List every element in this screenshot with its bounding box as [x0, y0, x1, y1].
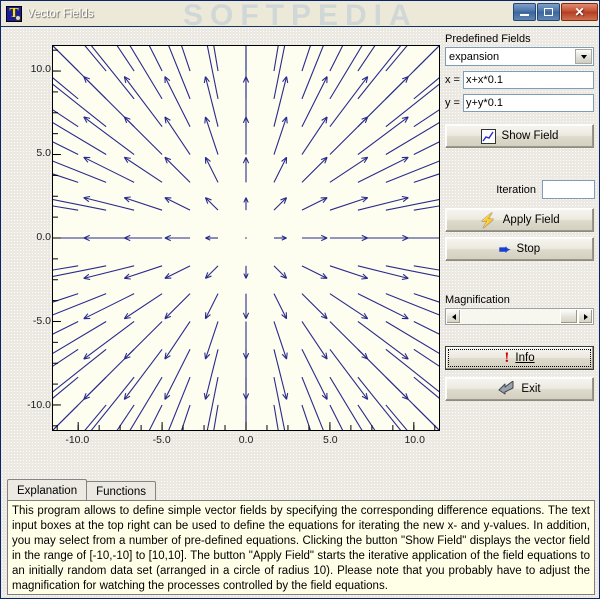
x-tick-label: 5.0: [323, 434, 338, 446]
predefined-fields-value: expansion: [449, 50, 500, 63]
y-tick-label: 5.0: [36, 147, 51, 160]
app-icon: T: [6, 5, 22, 22]
lightning-bolt-icon: ⚡: [479, 212, 497, 228]
magnification-label: Magnification: [445, 294, 510, 306]
y-equation-input[interactable]: [463, 94, 594, 112]
arrow-right-icon: ➨: [498, 241, 511, 257]
y-axis-tick-labels: -10.0 -5.0 0.0 5.0 10.0: [7, 33, 51, 443]
minimize-icon: [520, 14, 529, 16]
y-tick-label: 10.0: [30, 63, 51, 76]
app-window: T Vector Fields SOFTPEDIA ✕ -10.0 -5.0 0.0…: [0, 0, 600, 599]
y-tick-label: -5.0: [32, 314, 51, 327]
magnification-track[interactable]: [461, 309, 578, 324]
client-area: -10.0 -5.0 0.0 5.0 10.0 -10.0 -5.0 0.0 5.0 10.0 …: [1, 27, 599, 598]
iteration-input[interactable]: [542, 180, 595, 199]
controls-panel: Predefined Fields expansion x = y =: [445, 33, 595, 473]
exit-arrow-icon: [498, 380, 515, 398]
vector-field-plot-panel: -10.0 -5.0 0.0 5.0 10.0 -10.0 -5.0 0.0 5.0 10.0: [7, 33, 440, 473]
triangle-left-icon: [451, 313, 456, 320]
minimize-button[interactable]: [513, 3, 536, 21]
x-tick-label: 10.0: [404, 434, 425, 446]
exit-button[interactable]: Exit: [445, 377, 594, 401]
y-equation-row: y =: [445, 94, 595, 112]
x-tick-label: -10.0: [65, 434, 90, 446]
x-axis-tick-labels: -10.0 -5.0 0.0 5.0 10.0: [7, 434, 440, 454]
apply-field-button[interactable]: ⚡ Apply Field: [445, 208, 594, 232]
show-field-label: Show Field: [501, 130, 559, 142]
window-controls: ✕: [513, 3, 598, 21]
title-bar: T Vector Fields SOFTPEDIA ✕: [1, 1, 599, 27]
chevron-down-icon[interactable]: [575, 49, 592, 64]
tab-functions-label: Functions: [96, 485, 146, 498]
softpedia-watermark: SOFTPEDIA: [183, 1, 418, 27]
triangle-right-icon: [583, 313, 588, 320]
window-title: Vector Fields: [27, 7, 94, 20]
magnification-scrollbar[interactable]: [445, 308, 594, 325]
maximize-button[interactable]: [537, 3, 560, 21]
scroll-left-button[interactable]: [446, 309, 461, 324]
iteration-label: Iteration: [496, 183, 536, 196]
maximize-icon: [544, 8, 553, 16]
close-button[interactable]: ✕: [561, 3, 598, 21]
exclamation-icon: !: [504, 349, 510, 366]
y-tick-label: 0.0: [36, 231, 51, 243]
show-field-button[interactable]: Show Field: [445, 124, 594, 148]
explanation-text: This program allows to define simple vec…: [7, 500, 595, 595]
predefined-fields-select[interactable]: expansion: [445, 47, 594, 66]
stop-button[interactable]: ➨ Stop: [445, 237, 594, 261]
tab-bar: Explanation Functions: [7, 479, 595, 501]
tab-explanation[interactable]: Explanation: [7, 479, 88, 501]
tab-explanation-label: Explanation: [17, 484, 78, 497]
vector-arrows: [53, 46, 439, 430]
apply-field-label: Apply Field: [502, 214, 560, 226]
app-icon-dot: [15, 14, 21, 21]
x-equation-input[interactable]: [463, 71, 594, 89]
scroll-right-button[interactable]: [578, 309, 593, 324]
x-tick-label: -5.0: [152, 434, 171, 446]
vector-field-svg: [53, 46, 439, 430]
y-tick-label: -10.0: [27, 398, 51, 411]
vector-field-plot[interactable]: [52, 45, 440, 431]
exit-label: Exit: [521, 383, 541, 395]
x-equation-label: x =: [445, 74, 460, 86]
close-icon: ✕: [574, 5, 585, 19]
info-button[interactable]: ! Info: [445, 346, 594, 370]
info-label: Info: [515, 352, 535, 364]
x-equation-row: x =: [445, 71, 595, 89]
predefined-fields-label: Predefined Fields: [445, 33, 531, 45]
chart-line-icon: [480, 128, 496, 144]
y-equation-label: y =: [445, 97, 460, 109]
magnification-thumb[interactable]: [560, 309, 578, 324]
x-tick-label: 0.0: [238, 434, 254, 446]
stop-label: Stop: [516, 243, 541, 255]
tab-functions[interactable]: Functions: [86, 481, 156, 501]
iteration-row: Iteration: [445, 180, 595, 199]
